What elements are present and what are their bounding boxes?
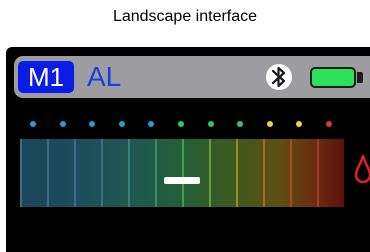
indicator-dot xyxy=(296,121,303,127)
meter-tick xyxy=(263,139,265,207)
status-bar: M1 AL xyxy=(14,56,370,98)
meter-tick xyxy=(236,139,238,207)
indicator-dots xyxy=(6,121,370,129)
indicator-dot xyxy=(59,121,66,127)
meter-tick xyxy=(101,139,103,207)
indicator-dot xyxy=(326,121,332,127)
meter-tick xyxy=(74,139,76,207)
indicator-dot xyxy=(207,121,214,127)
meter-tick xyxy=(317,139,319,207)
indicator-dot xyxy=(237,121,244,127)
device-screen: M1 AL xyxy=(6,47,370,252)
indicator-dot xyxy=(89,121,96,127)
meter-tick xyxy=(209,139,211,207)
page-title: Landscape interface xyxy=(112,8,258,25)
bluetooth-icon[interactable] xyxy=(265,60,293,94)
mode-label[interactable]: AL xyxy=(87,60,121,94)
mode-badge[interactable]: M1 xyxy=(18,61,74,93)
meter-tick xyxy=(20,139,22,207)
meter-tick xyxy=(290,139,292,207)
meter-tick xyxy=(182,139,184,207)
indicator-dot xyxy=(118,121,125,127)
indicator-dot xyxy=(178,121,184,127)
meter-tick xyxy=(47,139,49,207)
battery-tip xyxy=(357,72,363,83)
level-meter xyxy=(20,139,344,207)
drop-icon[interactable] xyxy=(354,154,370,184)
battery-icon xyxy=(310,67,356,88)
indicator-dot xyxy=(266,121,273,127)
indicator-dot xyxy=(148,121,155,127)
meter-tick xyxy=(155,139,157,207)
meter-tick xyxy=(128,139,130,207)
level-marker[interactable] xyxy=(164,177,200,184)
indicator-dot xyxy=(30,121,36,127)
